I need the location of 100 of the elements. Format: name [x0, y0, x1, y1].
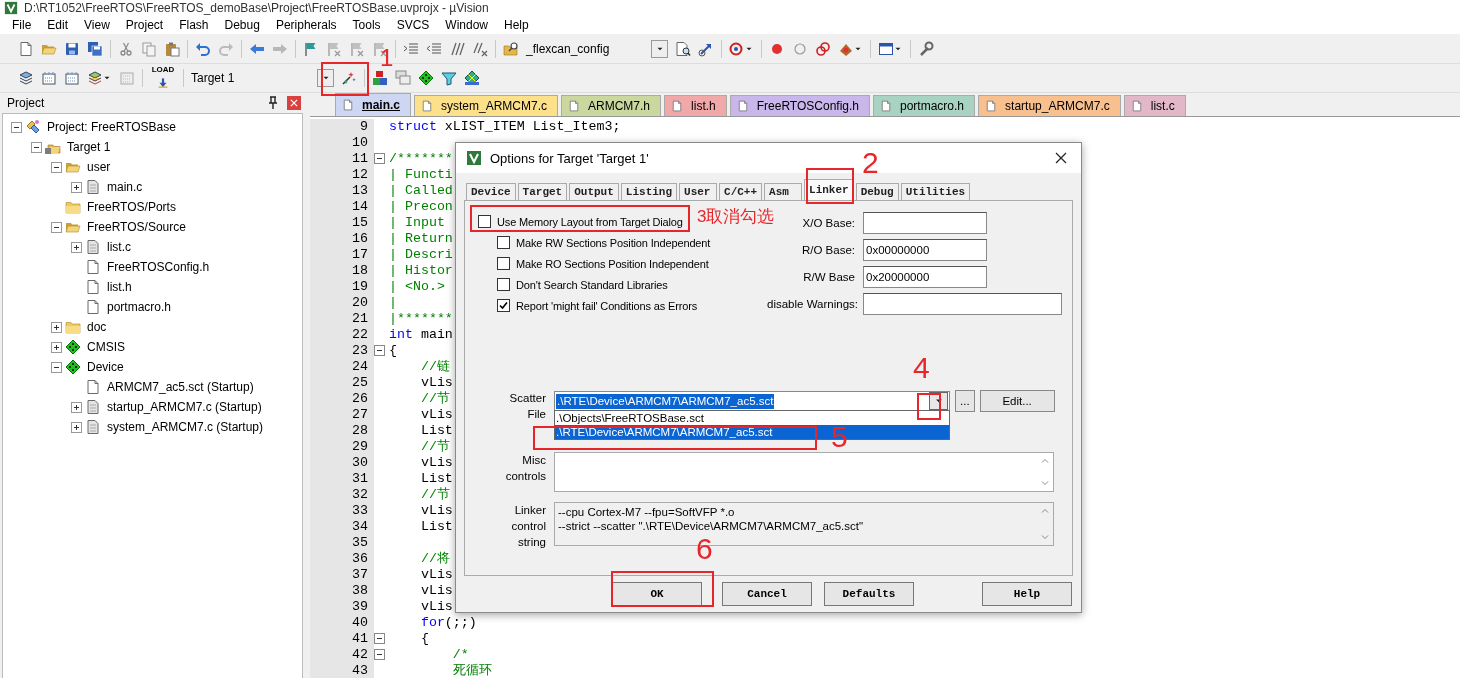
collapse-icon[interactable]	[374, 649, 385, 660]
checkbox-option[interactable]: Make RW Sections Position Independent	[497, 232, 711, 253]
menu-item[interactable]: Tools	[344, 18, 389, 32]
dialog-tab[interactable]: Listing	[620, 183, 678, 200]
dialog-button[interactable]: Defaults	[824, 582, 914, 606]
dialog-tab[interactable]: Utilities	[900, 183, 971, 200]
tree-item[interactable]: Project: FreeRTOSBase	[47, 120, 176, 134]
file-tab[interactable]: startup_ARMCM7.c	[978, 95, 1121, 116]
menu-item[interactable]: Help	[496, 18, 537, 32]
dialog-button[interactable]: OK	[612, 582, 702, 606]
tree-item[interactable]: FreeRTOSConfig.h	[107, 260, 210, 274]
tree-item[interactable]: user	[87, 160, 111, 174]
expand-icon[interactable]	[51, 321, 62, 333]
cut-icon[interactable]	[118, 40, 134, 57]
tree-item[interactable]: main.c	[107, 180, 143, 194]
close-icon[interactable]	[1053, 150, 1069, 166]
dialog-button[interactable]: Help	[982, 582, 1072, 606]
dialog-tab[interactable]: Linker	[804, 179, 854, 200]
file-tab[interactable]: system_ARMCM7.c	[414, 95, 559, 116]
file-tab[interactable]: ARMCM7.h	[561, 95, 662, 116]
collapse-icon[interactable]	[51, 221, 62, 233]
layers-icon[interactable]	[87, 70, 103, 86]
menu-item[interactable]: Edit	[39, 18, 77, 32]
close-button[interactable]	[287, 96, 301, 110]
collapse-icon[interactable]	[374, 153, 385, 164]
checkbox-option[interactable]: Make RO Sections Position Independent	[497, 253, 709, 274]
dialog-tab[interactable]: Debug	[855, 183, 899, 200]
expand-icon[interactable]	[71, 241, 82, 253]
tree-item[interactable]: Device	[87, 360, 124, 374]
grid-icon[interactable]	[41, 70, 57, 86]
diamond-icon[interactable]	[464, 70, 480, 86]
collapse-icon[interactable]	[374, 633, 385, 644]
tree-item[interactable]: Target 1	[67, 140, 111, 154]
checkbox-option[interactable]: Use Memory Layout from Target Dialog	[478, 211, 683, 232]
find-in-files-icon[interactable]	[503, 40, 519, 57]
file-tab[interactable]: FreeRTOSConfig.h	[729, 95, 870, 116]
input-field[interactable]	[863, 211, 987, 234]
input-field[interactable]	[863, 293, 1062, 316]
input-field[interactable]: 0x20000000	[863, 266, 987, 289]
new-file-icon[interactable]	[18, 40, 34, 57]
menu-item[interactable]: Peripherals	[267, 18, 345, 32]
tree-item[interactable]: portmacro.h	[107, 300, 172, 314]
checkbox[interactable]	[478, 215, 491, 228]
file-tab[interactable]: portmacro.h	[873, 95, 976, 116]
dialog-tab[interactable]: Device	[466, 183, 516, 200]
browse-button[interactable]: ...	[955, 390, 975, 412]
debug-icon[interactable]	[729, 40, 745, 57]
tree-item[interactable]: list.c	[107, 240, 131, 254]
menu-item[interactable]: Project	[117, 18, 172, 32]
checkbox[interactable]	[497, 299, 510, 312]
target-dropdown[interactable]: Target 1	[191, 69, 334, 87]
dialog-tab[interactable]: Asm	[764, 183, 803, 200]
collapse-icon[interactable]	[11, 121, 22, 133]
menu-item[interactable]: Flash	[171, 18, 217, 32]
tree-item[interactable]: FreeRTOS/Source	[87, 220, 186, 234]
dialog-button[interactable]: Cancel	[722, 582, 812, 606]
checkbox[interactable]	[497, 257, 510, 270]
collapse-icon[interactable]	[51, 361, 62, 373]
menu-item[interactable]: Debug	[216, 18, 268, 32]
file-tab[interactable]: main.c	[335, 93, 411, 116]
collapse-icon[interactable]	[31, 141, 42, 153]
rings-icon[interactable]	[815, 40, 831, 57]
checkbox[interactable]	[497, 278, 510, 291]
funnel-icon[interactable]	[441, 70, 457, 86]
magic-wand-icon[interactable]	[341, 70, 357, 86]
file-tab[interactable]: list.c	[1123, 95, 1186, 116]
config-dropdown[interactable]: _flexcan_config	[526, 39, 668, 58]
dropdown-option[interactable]: .\Objects\FreeRTOSBase.sct	[555, 411, 949, 425]
expand-icon[interactable]	[51, 341, 62, 353]
tree-item[interactable]: doc	[87, 320, 107, 334]
menu-item[interactable]: View	[76, 18, 118, 32]
checkbox-option[interactable]: Report 'might fail' Conditions as Errors	[497, 295, 697, 316]
paste-icon[interactable]	[164, 40, 180, 57]
expand-icon[interactable]	[71, 181, 82, 193]
save-all-icon[interactable]	[87, 40, 103, 57]
tree-item[interactable]: list.h	[107, 280, 132, 294]
checkbox-option[interactable]: Don't Search Standard Libraries	[497, 274, 668, 295]
edit-button[interactable]: Edit...	[979, 390, 1055, 412]
blocks-icon[interactable]	[372, 70, 388, 86]
expand-icon[interactable]	[71, 421, 82, 433]
window-icon[interactable]	[878, 40, 894, 57]
scatter-file-dropdown[interactable]: .\RTE\Device\ARMCM7\ARMCM7_ac5.sct	[554, 391, 950, 411]
tree-item[interactable]: ARMCM7_ac5.sct (Startup)	[107, 380, 254, 394]
save-icon[interactable]	[64, 40, 80, 57]
comment-icon[interactable]	[449, 40, 465, 57]
find-icon[interactable]	[675, 40, 691, 57]
file-tab[interactable]: list.h	[664, 95, 727, 116]
tree-item[interactable]: startup_ARMCM7.c (Startup)	[107, 400, 262, 414]
input-field[interactable]: 0x00000000	[863, 238, 987, 261]
expand-icon[interactable]	[71, 401, 82, 413]
layers-icon[interactable]	[18, 70, 34, 86]
collapse-icon[interactable]	[51, 161, 62, 173]
menu-item[interactable]: Window	[437, 18, 496, 32]
wrench-icon[interactable]	[918, 40, 934, 57]
download-button[interactable]: LOAD	[150, 65, 176, 91]
tree-item[interactable]: CMSIS	[87, 340, 125, 354]
tree-item[interactable]: FreeRTOS/Ports	[87, 200, 176, 214]
menu-item[interactable]: SVCS	[388, 18, 438, 32]
tree-item[interactable]: system_ARMCM7.c (Startup)	[107, 420, 264, 434]
dialog-tab[interactable]: User	[679, 183, 718, 200]
